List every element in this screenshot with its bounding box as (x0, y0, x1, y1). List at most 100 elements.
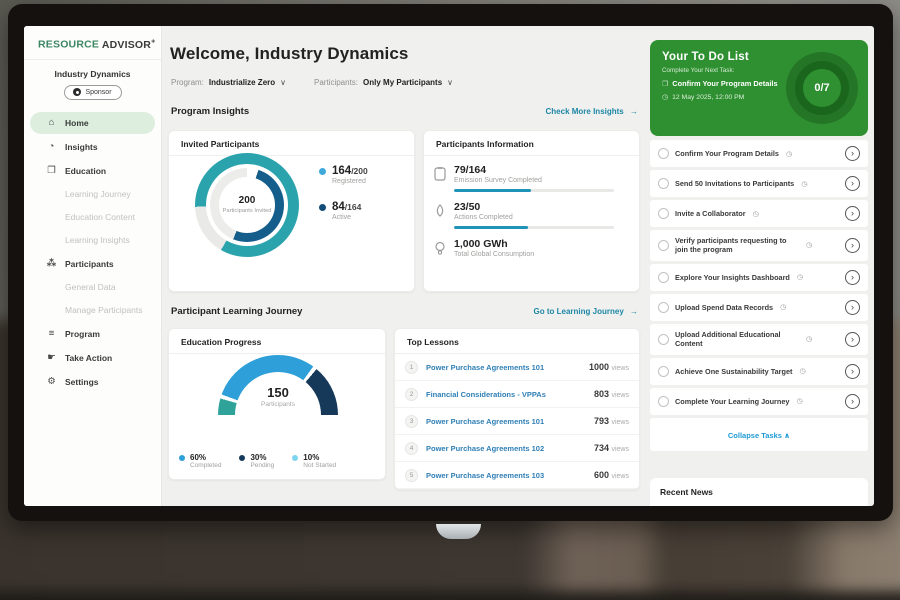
lesson-rank-badge: 2 (405, 388, 418, 401)
task-checkbox[interactable] (658, 334, 669, 345)
sidebar-item-manage-participants[interactable]: Manage Participants (30, 300, 155, 321)
lesson-rank-badge: 3 (405, 415, 418, 428)
legend-label: Active (332, 214, 361, 221)
check-more-insights-link[interactable]: Check More Insights → (546, 107, 638, 116)
lesson-row: 2 Financial Considerations - VPPAs 803 vie… (395, 381, 639, 408)
take-action-icon: ☛ (46, 352, 57, 363)
clock-icon: ◷ (662, 93, 668, 101)
top-lessons-list: 1 Power Purchase Agreements 101 1000 views… (395, 354, 639, 489)
sponsor-badge-label: Sponsor (85, 89, 111, 96)
task-row-upload-spend-data-records: Upload Spend Data Records◷› (650, 294, 868, 321)
task-open-button[interactable]: › (845, 206, 860, 221)
participants-filter[interactable]: Participants: Only My Participants ∨ (314, 78, 453, 87)
legend-value: 10% (303, 453, 336, 462)
sidebar-item-participants[interactable]: ⁂Participants (30, 253, 155, 275)
learning-journey-title: Participant Learning Journey (171, 306, 302, 317)
legend-item-not-started: 10%Not Started (292, 453, 336, 469)
legend-dot (319, 204, 326, 211)
task-open-button[interactable]: › (845, 270, 860, 285)
top-lessons-card: Top Lessons 1 Power Purchase Agreements 1… (394, 328, 640, 490)
sidebar-item-program[interactable]: ≡Program (30, 323, 155, 345)
task-row-upload-additional-educational-content: Upload Additional Educational Content◷› (650, 324, 868, 355)
legend-label: Pending (250, 462, 274, 469)
filter-bar: Program: Industrialize Zero ∨ Participan… (171, 78, 453, 87)
todo-hero-card: Your To Do List Complete Your Next Task:… (650, 40, 868, 136)
sidebar-item-general-data[interactable]: General Data (30, 277, 155, 298)
lesson-views: 1000 views (589, 362, 629, 372)
task-open-button[interactable]: › (845, 146, 860, 161)
legend-value: 60% (190, 453, 221, 462)
task-checkbox[interactable] (658, 240, 669, 251)
logo-resource: RESOURCE (38, 39, 99, 51)
actions-icon (434, 201, 447, 229)
dashboard-screen: RESOURCE ADVISOR+ Industry Dynamics Spon… (24, 26, 874, 506)
lesson-link[interactable]: Power Purchase Agreements 101 (426, 363, 581, 372)
lesson-link[interactable]: Power Purchase Agreements 102 (426, 444, 586, 453)
lesson-link[interactable]: Financial Considerations - VPPAs (426, 390, 586, 399)
invited-participants-legend: 164/200Registered84/164Active (319, 165, 368, 221)
task-open-button[interactable]: › (845, 300, 860, 315)
sidebar-item-take-action[interactable]: ☛Take Action (30, 347, 155, 369)
task-checkbox[interactable] (658, 208, 669, 219)
lesson-rank-badge: 1 (405, 361, 418, 374)
chevron-down-icon[interactable]: ∨ (280, 78, 286, 87)
collapse-tasks-link[interactable]: Collapse Tasks ∧ (728, 431, 790, 440)
lesson-link[interactable]: Power Purchase Agreements 101 (426, 417, 586, 426)
task-open-button[interactable]: › (845, 394, 860, 409)
program-filter[interactable]: Program: Industrialize Zero ∨ (171, 78, 286, 87)
legend-item-registered: 164/200Registered (319, 165, 368, 185)
sidebar-item-learning-insights[interactable]: Learning Insights (30, 230, 155, 251)
task-open-button[interactable]: › (845, 332, 860, 347)
task-label: Explore Your Insights Dashboard (675, 273, 790, 282)
task-row-invite-a-collaborator: Invite a Collaborator◷› (650, 200, 868, 227)
clock-icon: ◷ (786, 150, 792, 158)
chevron-down-icon[interactable]: ∨ (447, 78, 453, 87)
task-checkbox[interactable] (658, 302, 669, 313)
task-row-confirm-your-program-details: Confirm Your Program Details◷› (650, 140, 868, 167)
app-logo: RESOURCE ADVISOR+ (24, 26, 161, 60)
task-checkbox[interactable] (658, 366, 669, 377)
sidebar-item-label: Program (65, 329, 100, 339)
task-open-button[interactable]: › (845, 238, 860, 253)
sidebar-item-home[interactable]: ⌂Home (30, 112, 155, 134)
sidebar-item-insights[interactable]: ◔Insights (30, 136, 155, 158)
education-progress-card-title: Education Progress (169, 329, 385, 354)
go-to-learning-journey-link[interactable]: Go to Learning Journey → (534, 307, 638, 316)
info-row-total-global-consumption: 1,000 GWhTotal Global Consumption (434, 238, 625, 258)
task-row-complete-your-learning-journey: Complete Your Learning Journey◷› (650, 388, 868, 415)
sidebar-item-education-content[interactable]: Education Content (30, 207, 155, 228)
participants-icon: ⁂ (46, 258, 57, 269)
task-checkbox[interactable] (658, 396, 669, 407)
task-checkbox[interactable] (658, 272, 669, 283)
lesson-views-suffix: views (611, 473, 629, 480)
sidebar-item-learning-journey[interactable]: Learning Journey (30, 184, 155, 205)
info-row-label: Emission Survey Completed (454, 177, 614, 184)
top-lessons-card-title: Top Lessons (395, 329, 639, 354)
sidebar-item-education[interactable]: ❐Education (30, 160, 155, 182)
task-label: Upload Additional Educational Content (675, 330, 799, 349)
task-row-explore-your-insights-dashboard: Explore Your Insights Dashboard◷› (650, 264, 868, 291)
task-checkbox[interactable] (658, 178, 669, 189)
arrow-right-icon: → (630, 107, 638, 116)
lesson-link[interactable]: Power Purchase Agreements 103 (426, 471, 586, 480)
task-label: Achieve One Sustainability Target (675, 367, 792, 376)
education-progress-card: Education Progress 150 Participants 60%C… (168, 328, 386, 480)
lesson-views: 803 views (594, 389, 629, 399)
clock-icon: ◷ (806, 241, 812, 249)
participants-information-card: Participants Information 79/164Emission … (423, 130, 640, 292)
sidebar-item-settings[interactable]: ⚙Settings (30, 371, 155, 393)
sidebar: RESOURCE ADVISOR+ Industry Dynamics Spon… (24, 26, 162, 506)
info-row-progress-fill (454, 226, 528, 229)
task-checkbox[interactable] (658, 148, 669, 159)
task-open-button[interactable]: › (845, 176, 860, 191)
legend-item-pending: 30%Pending (239, 453, 274, 469)
lesson-rank-badge: 4 (405, 442, 418, 455)
monitor-bezel: RESOURCE ADVISOR+ Industry Dynamics Spon… (8, 4, 893, 521)
legend-dot (292, 455, 298, 461)
sidebar-item-label: Education Content (65, 212, 135, 222)
lesson-row: 4Power Purchase Agreements 102734 views (395, 435, 639, 462)
legend-dot (239, 455, 245, 461)
info-row-value: 23/50 (454, 201, 614, 213)
task-open-button[interactable]: › (845, 364, 860, 379)
participants-information-card-title: Participants Information (424, 131, 639, 156)
